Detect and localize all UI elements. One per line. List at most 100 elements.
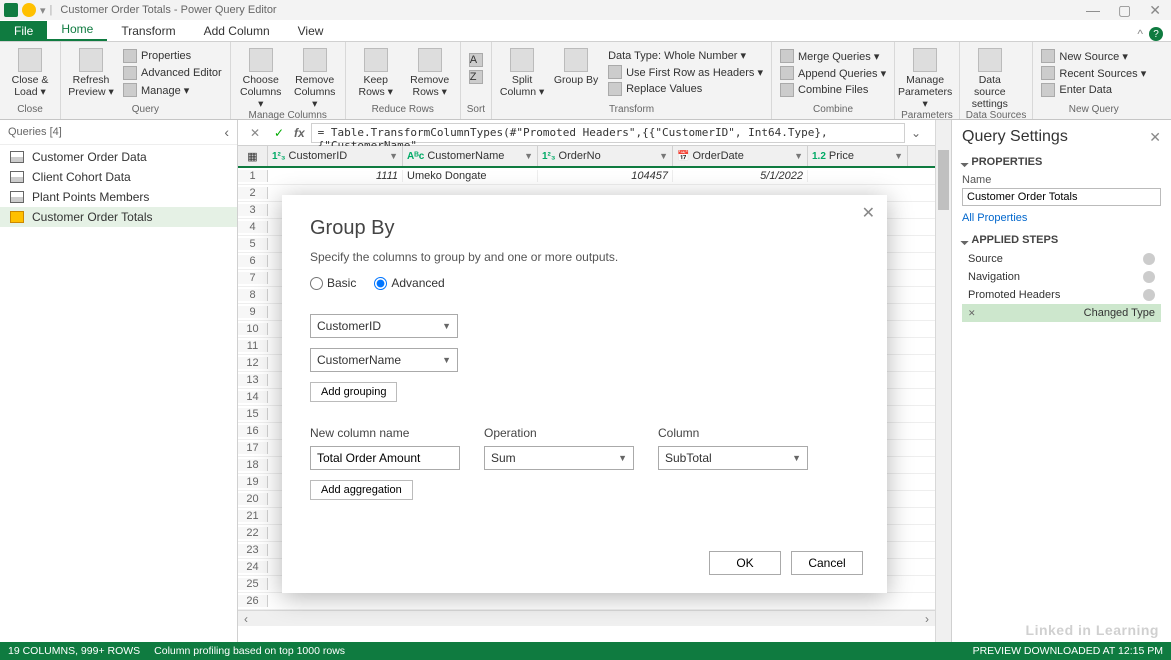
status-profiling: Column profiling based on top 1000 rows — [154, 645, 345, 657]
add-aggregation-button[interactable]: Add aggregation — [310, 480, 413, 500]
tab-view[interactable]: View — [284, 21, 338, 41]
gear-icon[interactable] — [1143, 271, 1155, 283]
combine-files-button[interactable]: Combine Files — [778, 82, 888, 98]
filter-dropdown-icon[interactable]: ▼ — [794, 151, 803, 161]
query-name-input[interactable] — [962, 188, 1161, 206]
filter-dropdown-icon[interactable]: ▼ — [389, 151, 398, 161]
data-type-button[interactable]: Data Type: Whole Number ▾ — [606, 48, 765, 63]
query-item[interactable]: Customer Order Totals — [0, 207, 237, 227]
qat-dropdown-icon[interactable]: ▾ — [40, 4, 46, 17]
column-header[interactable]: 1²₃CustomerID▼ — [268, 146, 403, 166]
row-number: 7 — [238, 272, 268, 284]
column-header[interactable]: AᴮcCustomerName▼ — [403, 146, 538, 166]
column-header[interactable]: 1²₃OrderNo▼ — [538, 146, 673, 166]
close-window-button[interactable]: ✕ — [1149, 2, 1161, 19]
type-icon[interactable]: 1²₃ — [272, 151, 286, 162]
split-column-button[interactable]: Split Column ▾ — [498, 44, 546, 98]
choose-columns-button[interactable]: Choose Columns ▾ — [237, 44, 285, 110]
tab-transform[interactable]: Transform — [107, 21, 189, 41]
minimize-button[interactable]: — — [1086, 2, 1100, 19]
enter-data-button[interactable]: Enter Data — [1039, 82, 1148, 98]
fx-icon[interactable]: fx — [294, 126, 305, 140]
applied-step[interactable]: Changed Type — [962, 304, 1161, 322]
row-number: 24 — [238, 561, 268, 573]
advanced-radio[interactable]: Advanced — [374, 276, 444, 290]
queries-collapse-icon[interactable]: ‹ — [224, 124, 229, 140]
filter-dropdown-icon[interactable]: ▼ — [524, 151, 533, 161]
close-load-button[interactable]: Close & Load ▾ — [6, 44, 54, 98]
add-grouping-button[interactable]: Add grouping — [310, 382, 397, 402]
dialog-close-icon[interactable]: ✕ — [862, 203, 875, 223]
gear-icon[interactable] — [1143, 289, 1155, 301]
first-row-headers-button[interactable]: Use First Row as Headers ▾ — [606, 64, 765, 80]
filter-dropdown-icon[interactable]: ▼ — [659, 151, 668, 161]
scroll-right-icon[interactable]: › — [919, 612, 935, 626]
advanced-editor-button[interactable]: Advanced Editor — [121, 65, 224, 81]
ribbon: Close & Load ▾ Close Refresh Preview ▾ P… — [0, 42, 1171, 120]
vertical-scrollbar[interactable] — [935, 120, 951, 644]
sort-desc-button[interactable]: Z — [467, 69, 485, 85]
all-properties-link[interactable]: All Properties — [962, 212, 1161, 224]
settings-close-icon[interactable]: ✕ — [1149, 129, 1161, 146]
manage-parameters-button[interactable]: Manage Parameters ▾ — [901, 44, 949, 110]
query-item[interactable]: Client Cohort Data — [0, 167, 237, 187]
formula-cancel-icon[interactable]: ✕ — [246, 124, 264, 142]
properties-section[interactable]: PROPERTIES — [962, 156, 1161, 168]
group-column-1-select[interactable]: CustomerID▼ — [310, 314, 458, 338]
new-source-button[interactable]: New Source ▾ — [1039, 48, 1148, 64]
row-number: 22 — [238, 527, 268, 539]
help-icon[interactable]: ? — [1149, 27, 1163, 41]
recent-sources-button[interactable]: Recent Sources ▾ — [1039, 65, 1148, 81]
remove-columns-button[interactable]: Remove Columns ▾ — [291, 44, 339, 110]
applied-step[interactable]: Promoted Headers — [962, 286, 1161, 304]
column-select[interactable]: SubTotal▼ — [658, 446, 808, 470]
operation-select[interactable]: Sum▼ — [484, 446, 634, 470]
type-icon[interactable]: 1²₃ — [542, 151, 556, 162]
type-icon[interactable]: 📅 — [677, 151, 689, 162]
cancel-button[interactable]: Cancel — [791, 551, 863, 575]
table-row[interactable]: 26 — [238, 593, 935, 610]
formula-bar: ✕ ✓ fx = Table.TransformColumnTypes(#"Pr… — [238, 120, 935, 146]
table-row[interactable]: 1 1111 Umeko Dongate 104457 5/1/2022 — [238, 168, 935, 185]
applied-step[interactable]: Navigation — [962, 268, 1161, 286]
group-column-2-select[interactable]: CustomerName▼ — [310, 348, 458, 372]
formula-commit-icon[interactable]: ✓ — [270, 124, 288, 142]
basic-radio[interactable]: Basic — [310, 276, 356, 290]
column-header[interactable]: 1.2Price▼ — [808, 146, 908, 166]
ribbon-collapse-icon[interactable]: ^ — [1137, 27, 1143, 41]
gear-icon[interactable] — [1143, 253, 1155, 265]
merge-queries-button[interactable]: Merge Queries ▾ — [778, 48, 888, 64]
tab-add-column[interactable]: Add Column — [190, 21, 284, 41]
replace-values-button[interactable]: Replace Values — [606, 81, 765, 97]
scroll-left-icon[interactable]: ‹ — [238, 612, 254, 626]
append-queries-button[interactable]: Append Queries ▾ — [778, 65, 888, 81]
ok-button[interactable]: OK — [709, 551, 781, 575]
type-icon[interactable]: Aᴮc — [407, 151, 424, 162]
cell-customerid: 1111 — [268, 170, 403, 182]
formula-text[interactable]: = Table.TransformColumnTypes(#"Promoted … — [311, 123, 905, 143]
applied-steps-section[interactable]: APPLIED STEPS — [962, 234, 1161, 246]
filter-dropdown-icon[interactable]: ▼ — [894, 151, 903, 161]
smile-icon[interactable] — [22, 3, 36, 17]
sort-asc-button[interactable]: A — [467, 52, 485, 68]
remove-rows-button[interactable]: Remove Rows ▾ — [406, 44, 454, 98]
manage-button[interactable]: Manage ▾ — [121, 82, 224, 98]
new-column-name-input[interactable] — [310, 446, 460, 470]
data-source-settings-button[interactable]: Data source settings — [966, 44, 1014, 110]
query-item[interactable]: Customer Order Data — [0, 147, 237, 167]
horizontal-scrollbar[interactable]: ‹ › — [238, 610, 935, 626]
maximize-button[interactable]: ▢ — [1118, 2, 1131, 19]
table-corner-icon[interactable]: ▦ — [238, 146, 268, 166]
tab-home[interactable]: Home — [47, 19, 107, 41]
properties-button[interactable]: Properties — [121, 48, 224, 64]
group-by-button[interactable]: Group By — [552, 44, 600, 86]
group-combine: Combine — [778, 104, 888, 117]
applied-step[interactable]: Source — [962, 250, 1161, 268]
column-header[interactable]: 📅OrderDate▼ — [673, 146, 808, 166]
query-item[interactable]: Plant Points Members — [0, 187, 237, 207]
refresh-preview-button[interactable]: Refresh Preview ▾ — [67, 44, 115, 98]
tab-file[interactable]: File — [0, 21, 47, 41]
keep-rows-button[interactable]: Keep Rows ▾ — [352, 44, 400, 98]
type-icon[interactable]: 1.2 — [812, 151, 826, 162]
formula-expand-icon[interactable]: ⌄ — [911, 126, 927, 140]
